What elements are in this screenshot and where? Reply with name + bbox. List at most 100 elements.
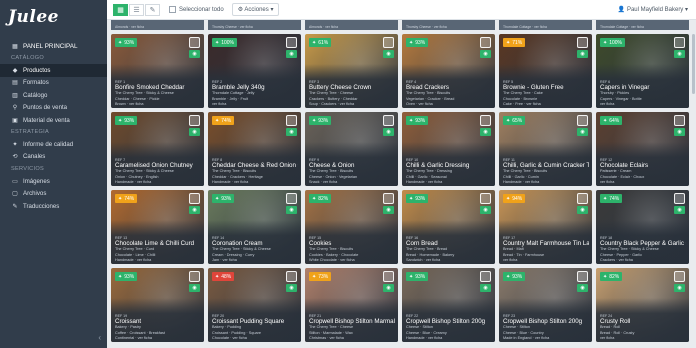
eye-icon[interactable]: ◉ [674,128,685,136]
product-footer[interactable]: ver ficha [503,258,589,262]
product-name[interactable]: Bramble Jelly 340g [212,84,298,91]
product-name[interactable]: Cheese & Onion [309,162,395,169]
product-footer[interactable]: ver ficha [600,102,686,106]
product-card[interactable]: ✦ 74% ◉ REF 8 Cheddar Cheese & Red Onion … [208,112,301,186]
eye-icon[interactable]: ◉ [480,50,491,58]
product-card[interactable]: ✦ 93% ◉ REF 19 Croissant Bakery · Pastry … [111,268,204,342]
select-checkbox[interactable] [383,193,394,204]
product-footer[interactable]: ver ficha [600,180,686,184]
product-footer[interactable]: Handmade · ver ficha [212,180,298,184]
product-card[interactable]: ✦ 100% ◉ REF 2 Bramble Jelly 340g Thornda… [208,34,301,108]
product-card[interactable]: ✦ 93% ◉ REF 16 Corn Bread The Cherry Tree… [402,190,495,264]
product-name[interactable]: Croissant Pudding Square [212,318,298,325]
product-name[interactable]: Coronation Cream [212,240,298,247]
sidebar-item-productos[interactable]: ◆ Productos [0,64,107,77]
select-all-checkbox[interactable] [169,6,176,13]
app-logo[interactable]: Julee [0,0,107,34]
sidebar-item-puntos-de-venta[interactable]: ⚲ Puntos de venta [0,102,107,114]
product-footer[interactable]: Jam · ver ficha [212,258,298,262]
product-name[interactable]: Country Black Pepper & Garlic Cheese [600,240,686,247]
product-card[interactable]: ✦ 74% ◉ REF 18 Country Black Pepper & Gar… [596,190,689,264]
select-checkbox[interactable] [577,193,588,204]
grid-view-button[interactable]: ▦ [113,3,128,16]
product-card[interactable]: ✦ 73% ◉ REF 21 Cropwell Bishop Stilton Ma… [305,268,398,342]
product-footer[interactable]: Cake · Free · ver ficha [503,102,589,106]
select-all-label[interactable]: Seleccionar todo [179,7,224,13]
eye-icon[interactable]: ◉ [577,284,588,292]
product-name[interactable]: Cookies [309,240,395,247]
product-footer[interactable]: Christmas · ver ficha [309,336,395,340]
product-footer[interactable]: Soup · Crackers · ver ficha [309,102,395,106]
product-footer[interactable]: Sandwich · ver ficha [406,258,492,262]
select-checkbox[interactable] [674,115,685,126]
product-card[interactable]: ✦ 94% ◉ REF 17 Country Malt Farmhouse Tin… [499,190,592,264]
product-footer[interactable]: Continental · ver ficha [115,336,201,340]
sidebar-item-traducciones[interactable]: ✎ Traducciones [0,200,107,212]
product-card[interactable]: ✦ 74% ◉ REF 13 Chocolate Lime & Chilli Cu… [111,190,204,264]
select-checkbox[interactable] [674,37,685,48]
eye-icon[interactable]: ◉ [286,50,297,58]
product-card[interactable]: ✦ 71% ◉ REF 5 Brownie - Gluten Free The C… [499,34,592,108]
product-card[interactable]: ✦ 93% ◉ REF 22 Cropwell Bishop Stilton 20… [402,268,495,342]
sidebar-item-archivos[interactable]: ▢ Archivos [0,188,107,200]
product-name[interactable]: Cropwell Bishop Stilton 200g [503,318,589,325]
sidebar-item-cat-logo[interactable]: ▥ Catálogo [0,89,107,101]
scrollbar[interactable] [692,34,695,94]
product-footer[interactable]: Crackers · ver ficha [600,258,686,262]
product-card[interactable]: ✦ 64% ◉ REF 12 Chocolate Eclairs Patisser… [596,112,689,186]
actions-dropdown[interactable]: ⚙ Acciones ▾ [231,3,280,16]
select-checkbox[interactable] [286,193,297,204]
product-name[interactable]: Country Malt Farmhouse Tin Large [503,240,589,247]
select-checkbox[interactable] [286,271,297,282]
partial-card[interactable]: Thorndale Cottage · ver ficha [499,20,592,30]
sidebar-item-panel-principal[interactable]: ▦ PANEL PRINCIPAL [0,40,107,52]
product-card[interactable]: ✦ 82% ◉ REF 15 Cookies The Cherry Tree · … [305,190,398,264]
eye-icon[interactable]: ◉ [286,206,297,214]
product-card[interactable]: ✦ 93% ◉ REF 7 Caramelised Onion Chutney T… [111,112,204,186]
sidebar-item-informe-de-calidad[interactable]: ✦ Informe de calidad [0,138,107,150]
eye-icon[interactable]: ◉ [480,284,491,292]
product-footer[interactable]: Handmade · ver ficha [115,258,201,262]
eye-icon[interactable]: ◉ [383,206,394,214]
product-name[interactable]: Capers in Vinegar [600,84,686,91]
product-footer[interactable]: Oven · ver ficha [406,102,492,106]
product-footer[interactable]: Handmade · ver ficha [406,180,492,184]
product-card[interactable]: ✦ 65% ◉ REF 11 Chilli, Garlic & Cumin Cra… [499,112,592,186]
product-name[interactable]: Buttery Cheese Crown [309,84,395,91]
eye-icon[interactable]: ◉ [577,50,588,58]
product-footer[interactable]: Handmade · ver ficha [503,180,589,184]
sidebar-item-canales[interactable]: ⟲ Canales [0,151,107,163]
select-checkbox[interactable] [674,271,685,282]
eye-icon[interactable]: ◉ [189,128,200,136]
user-menu[interactable]: 👤 Paul Mayfield Bakery ▾ [618,6,688,13]
product-footer[interactable]: ver ficha [600,336,686,340]
product-footer[interactable]: Made in England · ver ficha [503,336,589,340]
edit-button[interactable]: ✎ [145,3,160,16]
eye-icon[interactable]: ◉ [480,128,491,136]
product-card[interactable]: ✦ 93% ◉ REF 1 Bonfire Smoked Cheddar The … [111,34,204,108]
select-checkbox[interactable] [480,271,491,282]
eye-icon[interactable]: ◉ [286,284,297,292]
eye-icon[interactable]: ◉ [577,128,588,136]
select-checkbox[interactable] [383,37,394,48]
product-name[interactable]: Cheddar Cheese & Red Onion Crackers [212,162,298,169]
product-name[interactable]: Brownie - Gluten Free [503,84,589,91]
product-name[interactable]: Crusty Roll [600,318,686,325]
product-card[interactable]: ✦ 93% ◉ REF 9 Cheese & Onion The Cherry T… [305,112,398,186]
select-checkbox[interactable] [480,193,491,204]
eye-icon[interactable]: ◉ [674,50,685,58]
product-footer[interactable]: Brown · ver ficha [115,102,201,106]
eye-icon[interactable]: ◉ [189,284,200,292]
select-checkbox[interactable] [189,115,200,126]
product-footer[interactable]: Chocolate · ver ficha [212,336,298,340]
product-name[interactable]: Bonfire Smoked Cheddar [115,84,201,91]
select-checkbox[interactable] [383,271,394,282]
select-checkbox[interactable] [577,37,588,48]
select-checkbox[interactable] [189,271,200,282]
sidebar-item-im-genes[interactable]: ▭ Imágenes [0,175,107,187]
product-name[interactable]: Corn Bread [406,240,492,247]
product-name[interactable]: Cropwell Bishop Stilton 200g [406,318,492,325]
product-name[interactable]: Bread Crackers [406,84,492,91]
eye-icon[interactable]: ◉ [383,50,394,58]
eye-icon[interactable]: ◉ [286,128,297,136]
